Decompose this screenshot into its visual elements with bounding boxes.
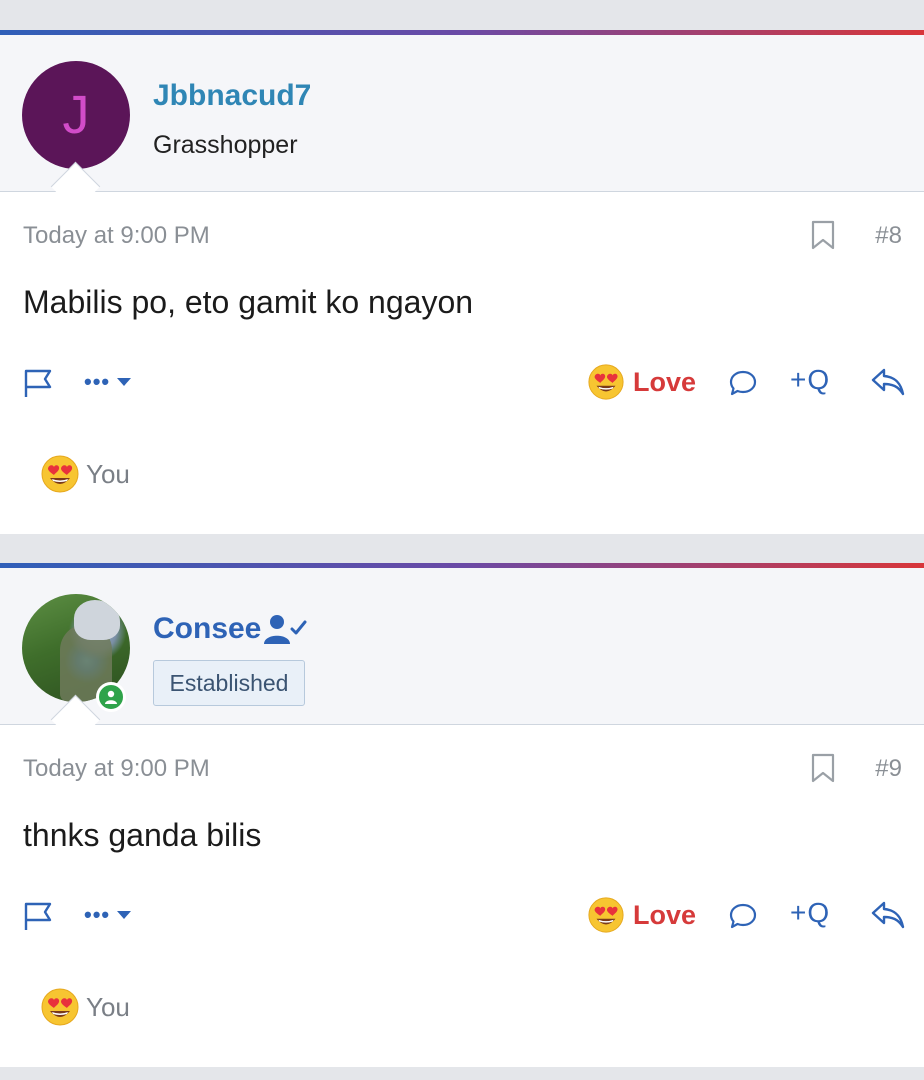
user-title: Grasshopper: [153, 131, 298, 159]
multi-quote-button[interactable]: +Q: [790, 897, 830, 929]
heart-eyes-emoji-icon: [41, 455, 79, 493]
username-link[interactable]: Consee: [153, 612, 261, 646]
report-flag-icon[interactable]: [22, 367, 54, 404]
heart-eyes-emoji-icon: [41, 988, 79, 1026]
avatar-letter: J: [62, 85, 90, 145]
love-reaction-button[interactable]: Love: [587, 897, 696, 933]
reaction-summary[interactable]: You: [40, 454, 130, 494]
verified-user-icon: [263, 612, 307, 653]
caret-down-icon: [117, 911, 132, 919]
reaction-summary-label: You: [86, 458, 130, 489]
caret-down-icon: [117, 378, 132, 386]
user-header: J Jbbnacud7 Grasshopper: [0, 35, 924, 192]
avatar[interactable]: J: [22, 61, 130, 169]
ellipsis-icon: •••: [84, 902, 111, 927]
post-number-link[interactable]: #8: [875, 222, 902, 250]
post-message: thnks ganda bilis: [23, 817, 262, 853]
post-card: Consee Established Today at 9:00 PM #9 t…: [0, 563, 924, 1067]
multi-quote-button[interactable]: +Q: [790, 364, 830, 396]
love-reaction-button[interactable]: Love: [587, 364, 696, 400]
post-number-link[interactable]: #9: [875, 755, 902, 783]
post-timestamp[interactable]: Today at 9:00 PM: [23, 222, 210, 250]
report-flag-icon[interactable]: [22, 900, 54, 937]
ellipsis-icon: •••: [84, 369, 111, 394]
bookmark-icon[interactable]: [810, 220, 836, 255]
more-options-button[interactable]: •••: [84, 901, 132, 929]
reaction-summary-label: You: [86, 991, 130, 1022]
more-options-button[interactable]: •••: [84, 368, 132, 396]
comment-icon[interactable]: [728, 368, 758, 403]
heart-eyes-emoji-icon: [588, 364, 624, 400]
post-timestamp[interactable]: Today at 9:00 PM: [23, 755, 210, 783]
avatar-hair: [74, 600, 120, 640]
online-status-icon: [96, 682, 126, 712]
username-link[interactable]: Jbbnacud7: [153, 79, 311, 113]
love-label: Love: [633, 899, 697, 930]
user-banner: Established: [153, 660, 305, 706]
reaction-summary[interactable]: You: [40, 987, 130, 1027]
heart-eyes-emoji-icon: [588, 897, 624, 933]
user-header: Consee Established: [0, 568, 924, 725]
bookmark-icon[interactable]: [810, 753, 836, 788]
comment-icon[interactable]: [728, 901, 758, 936]
post-card: J Jbbnacud7 Grasshopper Today at 9:00 PM…: [0, 30, 924, 534]
love-label: Love: [633, 366, 697, 397]
post-message: Mabilis po, eto gamit ko ngayon: [23, 284, 474, 320]
reply-icon[interactable]: [870, 899, 906, 936]
reply-icon[interactable]: [870, 366, 906, 403]
